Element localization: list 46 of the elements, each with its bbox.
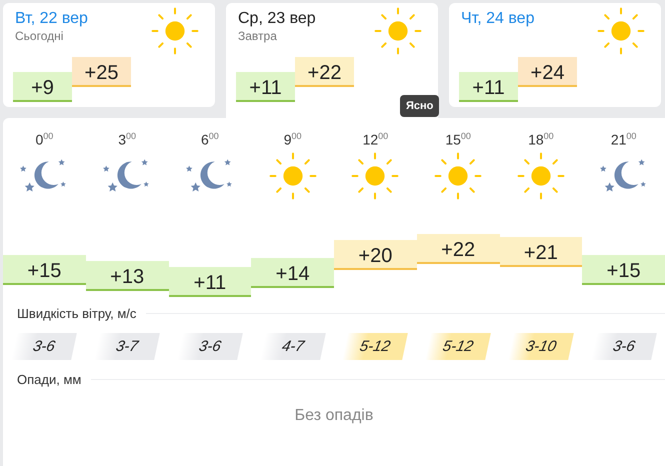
min-temperature: +9 (13, 72, 72, 102)
day-note: Завтра (238, 29, 278, 43)
day-date: Чт, 24 вер (461, 9, 534, 29)
hour-temperature: +15 (582, 254, 665, 285)
hour-temperature: +15 (3, 254, 86, 285)
wind-speed: 5-12 (425, 332, 491, 360)
hour-label: 0$^{00}$ (35, 130, 54, 148)
sun-icon (268, 152, 317, 200)
day-note: Сьогодні (15, 29, 64, 43)
hour-temperature: +21 (500, 236, 582, 267)
min-temperature: +11 (459, 72, 518, 102)
wind-speed: 5-12 (342, 332, 408, 360)
section-label: Швидкість вітру, м/с (17, 306, 136, 321)
precipitation-text: Без опадів (294, 406, 374, 424)
wind-speed: 3-7 (94, 332, 160, 360)
hour-label: 9$^{00}$ (284, 130, 302, 148)
section-label: Опади, мм (17, 372, 82, 387)
tooltip: Ясно (400, 95, 440, 117)
day-card[interactable]: Вт, 22 вер Сьогодні +9 +25 (3, 3, 215, 107)
hour-label: 6$^{00}$ (200, 130, 219, 148)
hour-temperature: +13 (86, 260, 168, 291)
hour-label: 3$^{00}$ (118, 130, 136, 148)
sun-icon (597, 7, 645, 55)
min-temperature: +11 (236, 72, 295, 102)
hour-label: 21$^{00}$ (610, 130, 636, 148)
hour-temperature: +22 (416, 234, 500, 264)
wind-speed: 3-10 (508, 332, 574, 360)
max-temperature: +24 (518, 57, 577, 87)
day-card[interactable]: Чт, 24 вер +11 +24 (449, 3, 661, 107)
hour-temperature: +20 (334, 240, 417, 270)
sun-icon (374, 7, 422, 55)
wind-speed: 3-6 (12, 332, 78, 360)
max-temperature: +25 (72, 57, 131, 87)
sun-icon (351, 152, 400, 200)
hour-label: 15$^{00}$ (445, 130, 471, 148)
max-temperature: +22 (295, 57, 354, 87)
hour-temperature: +14 (251, 258, 334, 288)
hour-label: 18$^{00}$ (528, 130, 554, 148)
sun-icon (516, 152, 565, 200)
day-date: Вт, 22 вер (15, 9, 88, 29)
hour-temperature: +11 (168, 266, 252, 297)
hour-label: 12$^{00}$ (362, 130, 388, 148)
day-date: Ср, 23 вер (238, 9, 316, 29)
wind-speed: 3-6 (177, 332, 243, 360)
sun-icon (434, 152, 482, 200)
sun-icon (151, 7, 199, 55)
